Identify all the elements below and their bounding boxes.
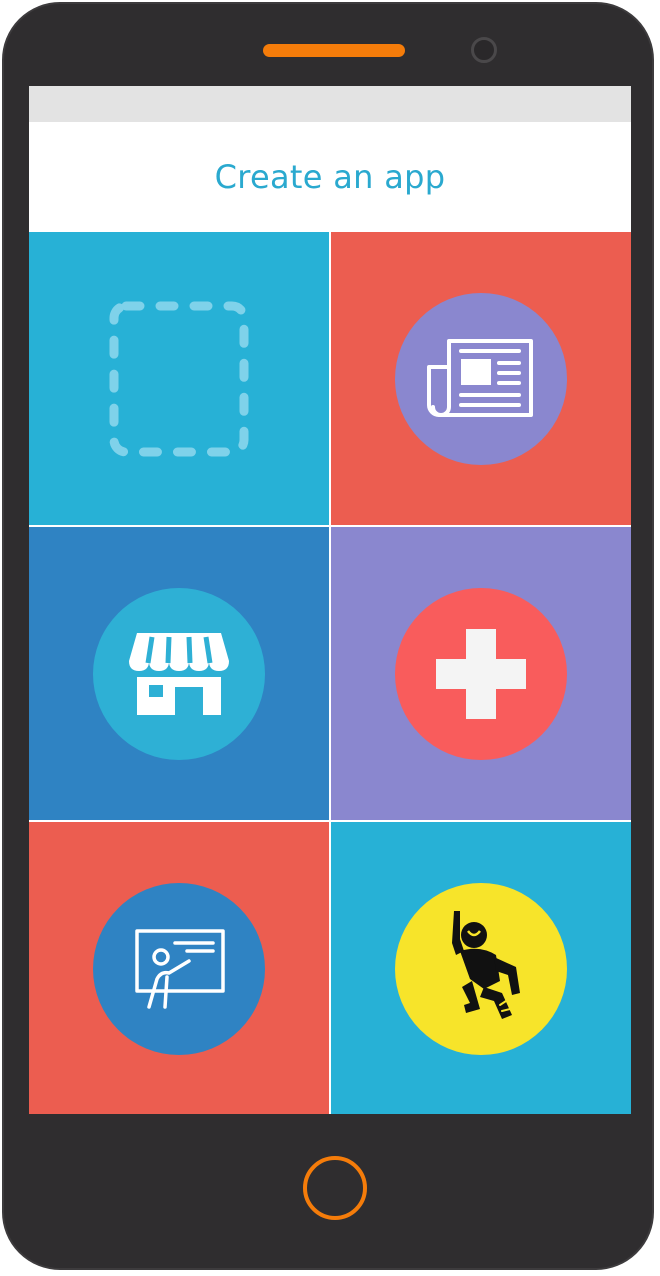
tile-fun-app[interactable] — [331, 822, 631, 1114]
store-icon-circle — [93, 587, 265, 760]
status-bar — [29, 86, 631, 122]
phone-speaker — [263, 44, 405, 57]
template-grid — [29, 232, 631, 1114]
app-header: Create an app — [29, 122, 631, 232]
tile-news-app[interactable] — [331, 232, 631, 525]
dashed-square-icon — [109, 301, 249, 456]
news-icon-circle — [395, 292, 567, 465]
dancing-figure-icon — [452, 910, 520, 1019]
tile-health-app[interactable] — [331, 527, 631, 820]
newspaper-icon — [427, 338, 533, 417]
education-icon-circle — [93, 882, 265, 1055]
health-icon-circle — [395, 587, 567, 760]
storefront-icon — [129, 632, 229, 715]
phone-screen: Create an app — [29, 86, 631, 1114]
medical-cross-icon — [436, 628, 526, 719]
teacher-board-icon — [135, 928, 225, 1009]
tile-education-app[interactable] — [29, 822, 329, 1114]
tile-blank-app[interactable] — [29, 232, 329, 525]
phone-camera — [471, 37, 497, 63]
page-title: Create an app — [214, 158, 446, 196]
tile-store-app[interactable] — [29, 527, 329, 820]
home-button[interactable] — [303, 1156, 367, 1220]
fun-icon-circle — [395, 882, 567, 1055]
